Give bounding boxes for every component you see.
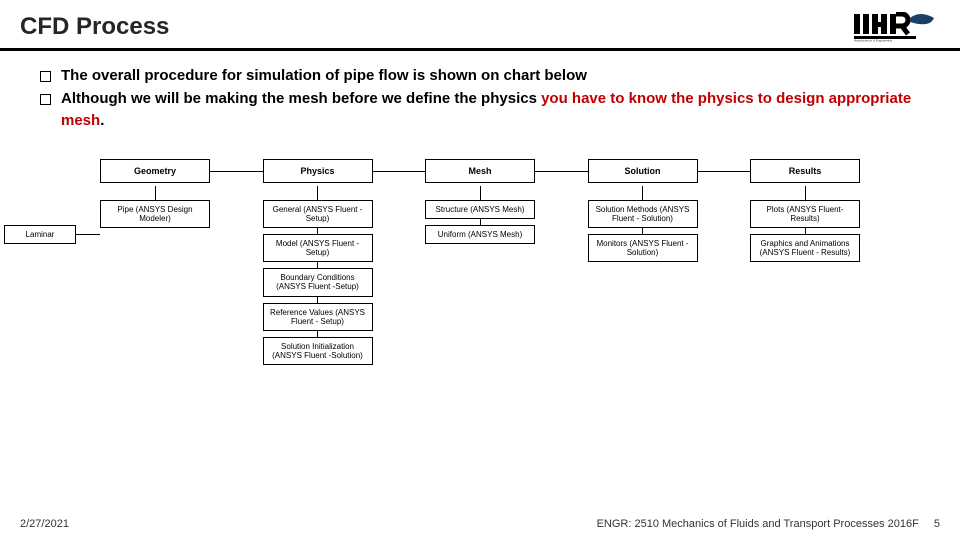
chart-col-geometry: Pipe (ANSYS Design Modeler) Laminar — [100, 186, 210, 366]
chart-node-mesh: Mesh — [425, 159, 535, 183]
chart-node-ref: Reference Values (ANSYS Fluent - Setup) — [263, 303, 373, 331]
chart-node-physics: Physics — [263, 159, 373, 183]
footer-date: 2/27/2021 — [20, 518, 69, 530]
chart-col-results: Plots (ANSYS Fluent- Results) Graphics a… — [750, 186, 860, 366]
iihr-logo: Hydroscience & Engineering — [854, 12, 940, 42]
checkbox-icon — [40, 71, 51, 82]
chart-node-pipe: Pipe (ANSYS Design Modeler) — [100, 200, 210, 228]
footer-right: ENGR: 2510 Mechanics of Fluids and Trans… — [597, 518, 940, 530]
chart-node-plots: Plots (ANSYS Fluent- Results) — [750, 200, 860, 228]
bullet-text: The overall procedure for simulation of … — [61, 65, 587, 88]
process-chart: Geometry Physics Mesh Solution Results P… — [100, 159, 860, 366]
checkbox-icon — [40, 94, 51, 105]
chart-connector-vertical — [805, 186, 806, 200]
chart-node-init: Solution Initialization (ANSYS Fluent -S… — [263, 337, 373, 365]
chart-col-solution: Solution Methods (ANSYS Fluent - Solutio… — [588, 186, 698, 366]
bullet-item: The overall procedure for simulation of … — [40, 65, 932, 88]
chart-connector-vertical — [317, 186, 318, 200]
chart-connector-vertical — [480, 186, 481, 200]
chart-node-graphics: Graphics and Animations (ANSYS Fluent - … — [750, 234, 860, 262]
bullet-list: The overall procedure for simulation of … — [0, 51, 960, 141]
chart-node-bc: Boundary Conditions (ANSYS Fluent -Setup… — [263, 268, 373, 296]
chart-node-general: General (ANSYS Fluent - Setup) — [263, 200, 373, 228]
chart-node-laminar: Laminar — [4, 225, 76, 244]
bullet-text-plain: Although we will be making the mesh befo… — [61, 90, 541, 107]
slide-title: CFD Process — [20, 13, 169, 41]
svg-text:Hydroscience & Engineering: Hydroscience & Engineering — [854, 39, 892, 43]
slide-footer: 2/27/2021 ENGR: 2510 Mechanics of Fluids… — [0, 518, 960, 530]
chart-node-structure: Structure (ANSYS Mesh) — [425, 200, 535, 219]
chart-node-model: Model (ANSYS Fluent - Setup) — [263, 234, 373, 262]
bullet-text: Although we will be making the mesh befo… — [61, 88, 932, 133]
bullet-item: Although we will be making the mesh befo… — [40, 88, 932, 133]
chart-col-mesh: Structure (ANSYS Mesh) Uniform (ANSYS Me… — [425, 186, 535, 366]
chart-node-geometry: Geometry — [100, 159, 210, 183]
chart-node-uniform: Uniform (ANSYS Mesh) — [425, 225, 535, 244]
slide-header: CFD Process Hydroscience & Engineering — [0, 0, 960, 51]
chart-connector-horizontal — [76, 234, 100, 235]
chart-node-methods: Solution Methods (ANSYS Fluent - Solutio… — [588, 200, 698, 228]
chart-node-results: Results — [750, 159, 860, 183]
chart-node-monitors: Monitors (ANSYS Fluent - Solution) — [588, 234, 698, 262]
bullet-text-tail: . — [100, 112, 104, 129]
chart-node-solution: Solution — [588, 159, 698, 183]
footer-page-number: 5 — [934, 518, 940, 530]
chart-col-physics: General (ANSYS Fluent - Setup) Model (AN… — [263, 186, 373, 366]
footer-course: ENGR: 2510 Mechanics of Fluids and Trans… — [597, 518, 919, 530]
chart-connector-vertical — [642, 186, 643, 200]
chart-columns: Pipe (ANSYS Design Modeler) Laminar Gene… — [100, 186, 860, 366]
chart-side-branch: Laminar — [4, 225, 100, 244]
chart-top-row: Geometry Physics Mesh Solution Results — [100, 159, 860, 183]
chart-connector-vertical — [155, 186, 156, 200]
